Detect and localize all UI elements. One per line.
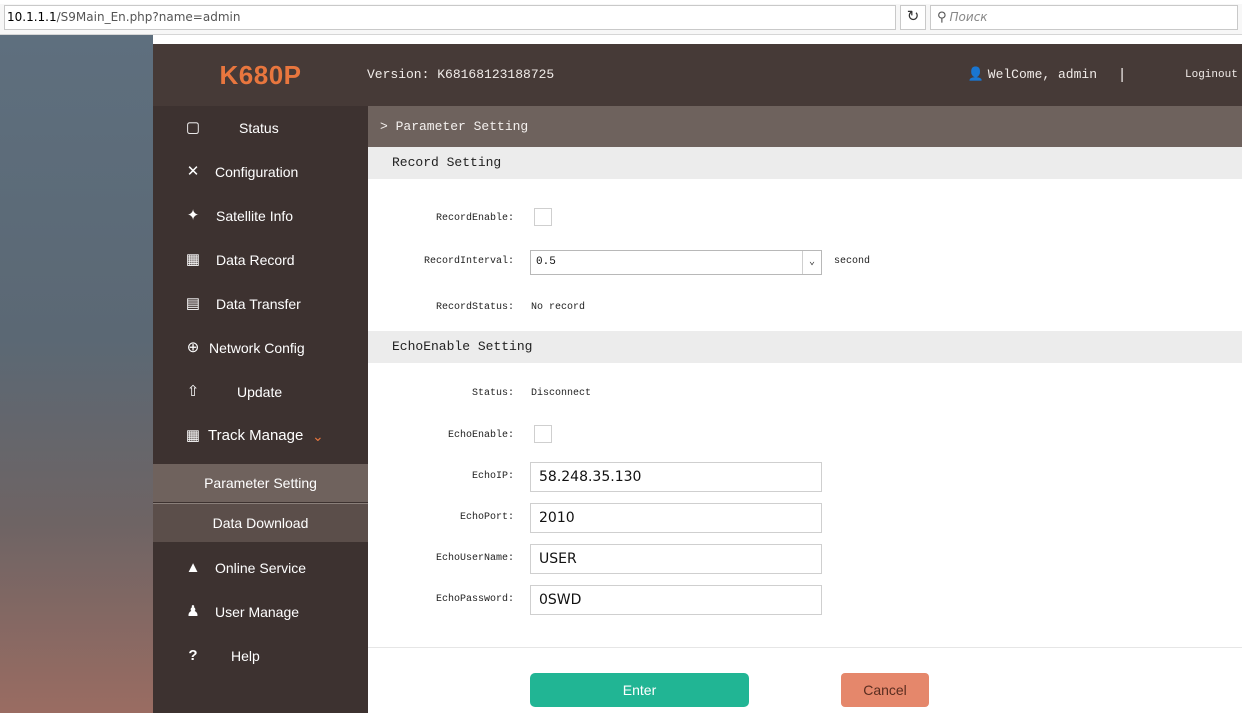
sidebar-item-label: Status xyxy=(239,120,279,136)
search-input[interactable]: ⚲ Поиск xyxy=(930,5,1238,30)
sidebar-item-label: User Manage xyxy=(215,604,300,620)
sidebar-item-help[interactable]: ? Help xyxy=(153,634,368,678)
browser-toolbar: 10.1.1.1/S9Main_En.php?name=admin ↻ ⚲ Пои… xyxy=(0,0,1242,35)
header-separator: | xyxy=(1120,66,1124,83)
record-interval-select[interactable]: 0.5 ⌄ xyxy=(530,250,822,275)
satellite-icon: ✦ xyxy=(186,207,200,224)
sidebar: ▢ Status ✕ Configuration ✦ Satellite Inf… xyxy=(153,106,368,713)
sidebar-item-update[interactable]: ⇧ Update xyxy=(153,370,368,414)
echo-port-field[interactable]: 2010 xyxy=(530,503,822,533)
cube-icon: ▲ xyxy=(185,559,201,576)
logout-link[interactable]: Loginout xyxy=(1185,44,1238,106)
sidebar-item-configuration[interactable]: ✕ Configuration xyxy=(153,150,368,194)
sidebar-item-label: Data Record xyxy=(216,252,295,268)
echo-username-label: EchoUserName: xyxy=(435,553,514,564)
sidebar-item-label: Help xyxy=(231,648,260,664)
chevron-down-icon: ⌄ xyxy=(802,251,821,274)
product-logo: K680P xyxy=(219,60,302,90)
version-text: Version: K68168123188725 xyxy=(367,67,555,82)
left-background-panel xyxy=(0,35,153,713)
sidebar-subitem-data-download[interactable]: Data Download xyxy=(153,504,368,542)
echo-password-label: EchoPassword: xyxy=(435,594,514,605)
question-icon: ? xyxy=(188,647,198,664)
calendar-icon: ▦ xyxy=(185,251,201,268)
record-enable-label: RecordEnable: xyxy=(435,213,514,224)
sidebar-item-label: Data Transfer xyxy=(216,296,301,312)
record-interval-value: 0.5 xyxy=(536,256,556,268)
upload-icon: ⇧ xyxy=(186,383,200,400)
sidebar-item-user-manage[interactable]: ♟ User Manage xyxy=(153,590,368,634)
sidebar-item-data-record[interactable]: ▦ Data Record xyxy=(153,238,368,282)
wrench-icon: ✕ xyxy=(186,163,200,180)
sidebar-item-label: Track Manage xyxy=(208,427,304,444)
calendar-icon: ▦ xyxy=(185,427,201,444)
sidebar-item-label: Update xyxy=(237,384,283,400)
echo-enable-label: EchoEnable: xyxy=(447,430,514,441)
sidebar-item-label: Online Service xyxy=(215,560,307,576)
echo-status-label: Status: xyxy=(471,388,514,399)
url-host: 10.1.1.1 xyxy=(7,10,57,24)
enter-button[interactable]: Enter xyxy=(530,673,749,707)
welcome-label: WelCome, admin xyxy=(987,67,1097,82)
echo-enable-checkbox[interactable] xyxy=(534,425,552,443)
main-content: > Parameter Setting Record Setting Recor… xyxy=(368,106,1242,713)
record-interval-unit: second xyxy=(834,256,871,267)
user-icon: 👤 xyxy=(967,67,984,82)
sidebar-subitem-parameter-setting[interactable]: Parameter Setting xyxy=(153,464,368,502)
record-status-label: RecordStatus: xyxy=(435,302,514,313)
network-icon: ▤ xyxy=(185,295,201,312)
sidebar-item-label: Configuration xyxy=(215,164,299,180)
search-icon: ⚲ xyxy=(937,10,947,25)
top-strip xyxy=(0,0,1242,4)
reload-button[interactable]: ↻ xyxy=(900,5,926,30)
reload-icon: ↻ xyxy=(906,8,920,25)
sidebar-item-online-service[interactable]: ▲ Online Service xyxy=(153,546,368,590)
echo-status-value: Disconnect xyxy=(531,388,592,399)
record-interval-label: RecordInterval: xyxy=(423,256,514,267)
sidebar-item-satellite-info[interactable]: ✦ Satellite Info xyxy=(153,194,368,238)
echo-setting-header: EchoEnable Setting xyxy=(368,331,1242,363)
echo-ip-field[interactable]: 58.248.35.130 xyxy=(530,462,822,492)
sidebar-item-data-transfer[interactable]: ▤ Data Transfer xyxy=(153,282,368,326)
cancel-button[interactable]: Cancel xyxy=(841,673,929,707)
globe-icon: ⊕ xyxy=(186,339,200,356)
record-status-value: No record xyxy=(531,302,586,313)
form-divider xyxy=(368,647,1242,648)
users-icon: ♟ xyxy=(186,603,200,620)
echo-password-field[interactable]: 0SWD xyxy=(530,585,822,615)
sidebar-item-label: Satellite Info xyxy=(216,208,294,224)
search-placeholder: Поиск xyxy=(949,10,988,24)
url-path: /S9Main_En.php?name=admin xyxy=(56,10,241,24)
breadcrumb: > Parameter Setting xyxy=(368,106,1242,147)
echo-username-field[interactable]: USER xyxy=(530,544,822,574)
record-enable-checkbox[interactable] xyxy=(534,208,552,226)
app-header: K680P Version: K68168123188725 👤 WelCome,… xyxy=(153,44,1242,106)
chevron-down-icon: ⌄ xyxy=(312,428,324,444)
sidebar-item-status[interactable]: ▢ Status xyxy=(153,106,368,150)
welcome-text: 👤 WelCome, admin xyxy=(968,44,1097,106)
echo-ip-label: EchoIP: xyxy=(471,471,514,482)
sidebar-item-track-manage[interactable]: ▦ Track Manage ⌄ xyxy=(153,414,368,458)
sidebar-item-label: Network Config xyxy=(209,340,305,356)
address-bar[interactable]: 10.1.1.1/S9Main_En.php?name=admin xyxy=(4,5,896,30)
sidebar-item-network-config[interactable]: ⊕ Network Config xyxy=(153,326,368,370)
record-setting-header: Record Setting xyxy=(368,147,1242,179)
monitor-icon: ▢ xyxy=(185,119,201,136)
echo-port-label: EchoPort: xyxy=(459,512,514,523)
